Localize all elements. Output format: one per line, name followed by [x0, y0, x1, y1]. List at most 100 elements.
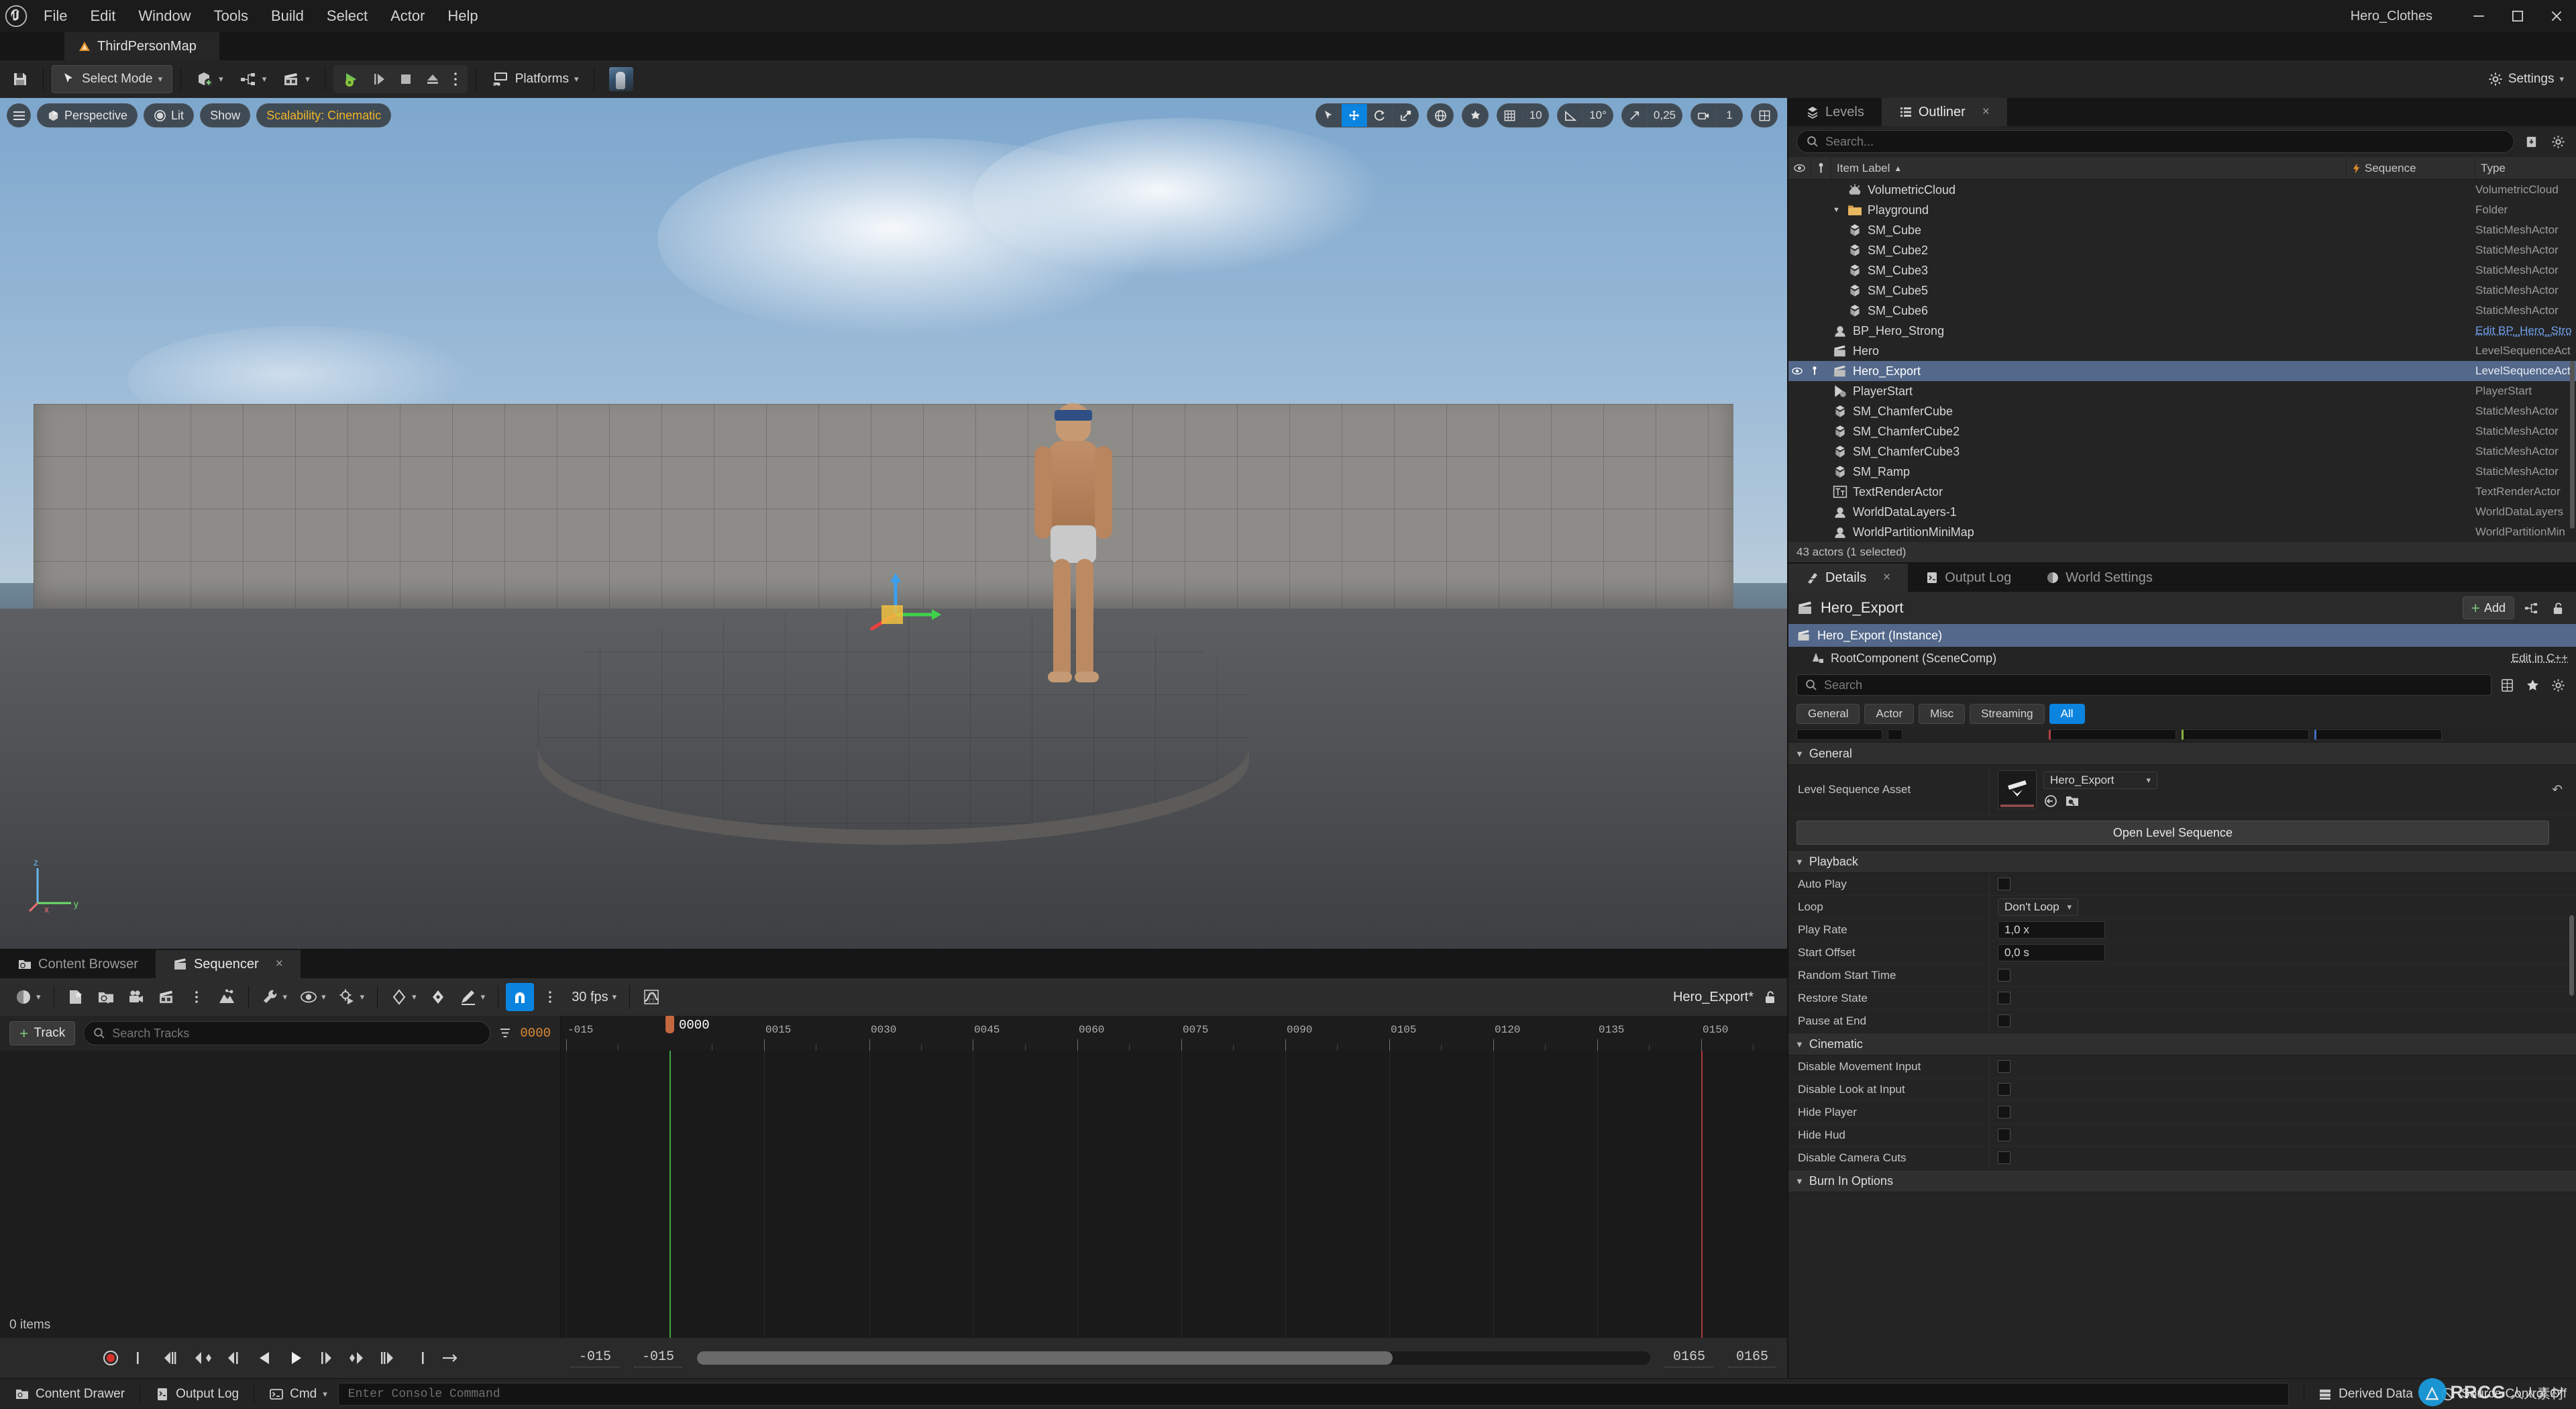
- keyframe-icon[interactable]: ▾: [385, 983, 422, 1011]
- cmd-button[interactable]: Cmd ▾: [260, 1381, 337, 1408]
- platforms-button[interactable]: Platforms ▾: [484, 65, 586, 93]
- sequencer-track-list[interactable]: 0 items: [0, 1051, 560, 1338]
- clipped-transform-row[interactable]: [1788, 727, 2576, 742]
- next-key-icon[interactable]: [344, 1345, 371, 1371]
- restore-state-checkbox[interactable]: [1998, 992, 2010, 1004]
- add-component-button[interactable]: + Add: [2462, 596, 2514, 619]
- menu-edit[interactable]: Edit: [78, 0, 127, 32]
- section-header-burn-in-options[interactable]: ▼ Burn In Options: [1788, 1169, 2576, 1192]
- playhead-handle[interactable]: [665, 1016, 674, 1033]
- menu-actor[interactable]: Actor: [379, 0, 436, 32]
- range-start-left[interactable]: -015: [571, 1349, 619, 1367]
- menu-file[interactable]: File: [32, 0, 78, 32]
- outliner-row[interactable]: PlayerStart PlayerStart: [1788, 381, 2576, 401]
- reset-icon[interactable]: ↶: [2552, 782, 2563, 798]
- outliner-scrollbar[interactable]: [2570, 361, 2575, 529]
- column-visibility[interactable]: [1788, 157, 1811, 179]
- settings-button[interactable]: Settings ▾: [2481, 65, 2571, 93]
- outliner-row[interactable]: SM_Cube2 StaticMeshActor: [1788, 240, 2576, 260]
- outliner-search-input[interactable]: Search...: [1796, 130, 2514, 153]
- fps-selector[interactable]: 30 fps ▾: [566, 983, 622, 1011]
- rotate-gizmo-icon[interactable]: [1367, 104, 1393, 127]
- section-header-cinematic[interactable]: ▼ Cinematic: [1788, 1033, 2576, 1055]
- sequence-icon[interactable]: [152, 983, 180, 1011]
- timeline-scrollbar-thumb[interactable]: [697, 1351, 1393, 1365]
- column-pin[interactable]: [1811, 157, 1831, 179]
- create-camera-icon[interactable]: [62, 983, 90, 1011]
- outliner-row[interactable]: SM_ChamferCube2 StaticMeshActor: [1788, 421, 2576, 441]
- search-tracks-input[interactable]: Search Tracks: [83, 1021, 491, 1045]
- outliner-row[interactable]: WorldPartitionMiniMap WorldPartitionMin: [1788, 522, 2576, 542]
- outliner-row[interactable]: SM_Cube3 StaticMeshActor: [1788, 260, 2576, 280]
- more-icon[interactable]: [182, 983, 211, 1011]
- add-track-button[interactable]: + Track: [9, 1021, 76, 1045]
- outliner-row-list[interactable]: VolumetricCloud VolumetricCloud ▼ Playgroun…: [1788, 180, 2576, 542]
- tab-levels[interactable]: Levels: [1788, 98, 1882, 126]
- keyframe-filled-icon[interactable]: [424, 983, 452, 1011]
- angle-snap-icon[interactable]: [1558, 104, 1584, 127]
- menu-select[interactable]: Select: [315, 0, 379, 32]
- world-coords-icon[interactable]: [1428, 104, 1453, 127]
- unlock-icon[interactable]: [2548, 598, 2568, 618]
- camera-icon[interactable]: [122, 983, 150, 1011]
- timeline-scrollbar[interactable]: [697, 1351, 1650, 1365]
- record-icon[interactable]: [97, 1345, 124, 1371]
- outliner-row[interactable]: BP_Hero_Strong Edit BP_Hero_Stro: [1788, 321, 2576, 341]
- browse-icon[interactable]: [2065, 794, 2080, 808]
- range-end-right[interactable]: 0165: [1728, 1349, 1776, 1367]
- loop-dropdown[interactable]: Don't Loop ▾: [1998, 898, 2078, 916]
- viewport-scalability-button[interactable]: Scalability: Cinematic: [256, 103, 392, 127]
- output-log-button[interactable]: Output Log: [146, 1381, 248, 1408]
- camera-speed-icon[interactable]: [1691, 104, 1717, 127]
- auto-key-icon[interactable]: ▾: [454, 983, 491, 1011]
- step-back-icon[interactable]: [190, 1345, 217, 1371]
- next-frame-icon[interactable]: [313, 1345, 340, 1371]
- filter-icon[interactable]: [498, 1027, 512, 1040]
- level-sequence-asset-dropdown[interactable]: Hero_Export ▾: [2043, 771, 2157, 789]
- skip-icon[interactable]: [366, 65, 392, 93]
- tab-details[interactable]: Details ×: [1788, 564, 1909, 592]
- close-icon[interactable]: [2537, 0, 2576, 32]
- menu-help[interactable]: Help: [436, 0, 489, 32]
- find-in-content-icon[interactable]: [92, 983, 120, 1011]
- console-command-input[interactable]: Enter Console Command: [337, 1382, 2290, 1406]
- surface-snap-icon[interactable]: [1462, 104, 1488, 127]
- close-icon[interactable]: ×: [1982, 105, 1990, 119]
- cinematics-icon[interactable]: ▾: [276, 65, 317, 93]
- column-sequence[interactable]: Sequence: [2347, 157, 2475, 179]
- wrench-icon[interactable]: ▾: [256, 983, 293, 1011]
- grid-snap-icon[interactable]: [1497, 104, 1523, 127]
- menu-window[interactable]: Window: [127, 0, 202, 32]
- scale-snap-value[interactable]: 0,25: [1648, 104, 1682, 127]
- start-offset-input[interactable]: 0,0 s: [1998, 943, 2105, 961]
- transform-gizmo[interactable]: [865, 568, 946, 648]
- tab-output-log[interactable]: Output Log: [1908, 564, 2029, 592]
- open-level-sequence-button[interactable]: Open Level Sequence: [1796, 821, 2549, 845]
- disable-camera-cuts-checkbox[interactable]: [1998, 1151, 2010, 1164]
- gear-icon[interactable]: [2548, 675, 2568, 695]
- curve-editor-icon[interactable]: [637, 983, 665, 1011]
- disable-look-at-input-checkbox[interactable]: [1998, 1083, 2010, 1096]
- outliner-row[interactable]: SM_Cube StaticMeshActor: [1788, 220, 2576, 240]
- pause-at-end-checkbox[interactable]: [1998, 1014, 2010, 1027]
- grid-snap-value[interactable]: 10: [1523, 104, 1548, 127]
- viewport-layout-icon[interactable]: [1752, 104, 1777, 127]
- outliner-row[interactable]: TextRenderActor TextRenderActor: [1788, 482, 2576, 502]
- eject-icon[interactable]: [419, 65, 446, 93]
- viewport-menu-icon[interactable]: [7, 103, 31, 127]
- component-row-instance[interactable]: Hero_Export (Instance): [1788, 624, 2576, 647]
- magnet-snap-icon[interactable]: [506, 983, 535, 1011]
- viewport-lighting-button[interactable]: Lit: [144, 103, 195, 127]
- filter-chip-streaming[interactable]: Streaming: [1970, 704, 2045, 724]
- select-mode-button[interactable]: Select Mode ▾: [52, 65, 173, 93]
- hero-character[interactable]: [1033, 403, 1114, 752]
- filter-chip-all[interactable]: All: [2049, 704, 2085, 724]
- details-scrollbar[interactable]: [2569, 915, 2574, 996]
- angle-snap-value[interactable]: 10°: [1583, 104, 1613, 127]
- expander-icon[interactable]: ▼: [1833, 206, 1840, 214]
- world-icon[interactable]: ▾: [9, 983, 46, 1011]
- outliner-row[interactable]: SM_Cube5 StaticMeshActor: [1788, 280, 2576, 301]
- disable-movement-input-checkbox[interactable]: [1998, 1060, 2010, 1073]
- unlock-icon[interactable]: [1763, 990, 1778, 1004]
- move-gizmo-icon[interactable]: [1342, 104, 1368, 127]
